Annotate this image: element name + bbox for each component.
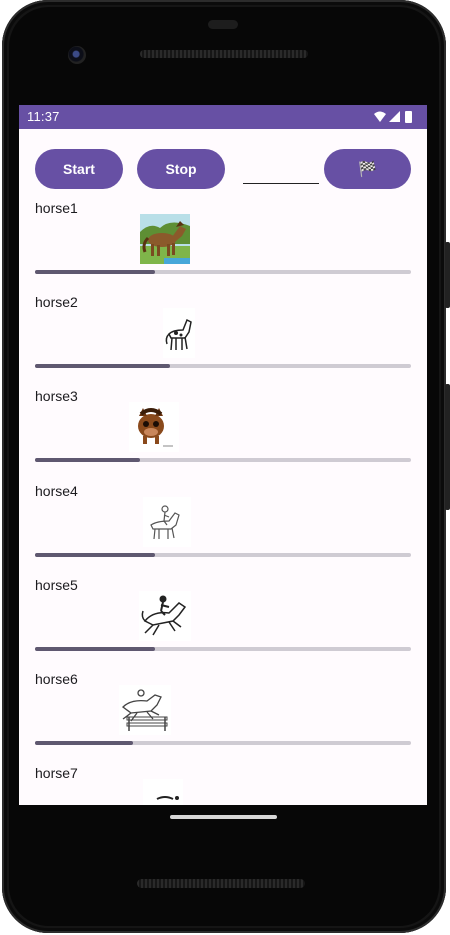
bottom-speaker xyxy=(137,879,305,888)
app-screen: 11:37 Start Stop 🏁 horse1 horse2 horse3 … xyxy=(19,105,427,805)
progress-track xyxy=(35,364,411,368)
finish-flag-button[interactable]: 🏁 xyxy=(324,149,411,189)
horse-row: horse3 xyxy=(19,388,427,482)
power-button xyxy=(445,242,450,308)
horse-row: horse4 xyxy=(19,483,427,577)
horse-row: horse7 xyxy=(19,765,427,805)
progress-fill xyxy=(35,553,156,557)
horse-name: horse3 xyxy=(35,388,78,404)
status-icons xyxy=(374,111,412,123)
horse-image xyxy=(119,685,171,735)
battery-icon xyxy=(405,111,412,123)
horse-image xyxy=(163,308,195,358)
progress-fill xyxy=(35,458,141,462)
progress-fill xyxy=(35,364,171,368)
progress-fill xyxy=(35,647,156,651)
progress-track xyxy=(35,741,411,745)
horse-image xyxy=(143,497,191,547)
horse-image xyxy=(139,591,191,641)
horse-image xyxy=(140,214,190,264)
home-indicator[interactable] xyxy=(170,815,277,819)
horse-image xyxy=(129,402,179,452)
horse-name: horse6 xyxy=(35,671,78,687)
progress-track xyxy=(35,553,411,557)
progress-fill xyxy=(35,270,156,274)
top-slit xyxy=(208,20,238,29)
winner-text-field[interactable] xyxy=(243,155,319,184)
horse-name: horse5 xyxy=(35,577,78,593)
horse-name: horse7 xyxy=(35,765,78,781)
horse-row: horse1 xyxy=(19,200,427,294)
horse-row: horse5 xyxy=(19,577,427,671)
earpiece-speaker xyxy=(140,50,308,58)
horse-name: horse1 xyxy=(35,200,78,216)
stop-button[interactable]: Stop xyxy=(137,149,225,189)
horse-image xyxy=(143,779,183,805)
horse-name: horse2 xyxy=(35,294,78,310)
status-time: 11:37 xyxy=(27,109,60,124)
progress-track xyxy=(35,270,411,274)
volume-button xyxy=(445,384,450,510)
front-camera xyxy=(68,46,86,64)
horse-row: horse2 xyxy=(19,294,427,388)
status-bar: 11:37 xyxy=(19,105,427,129)
start-button[interactable]: Start xyxy=(35,149,123,189)
progress-fill xyxy=(35,741,133,745)
progress-track xyxy=(35,458,411,462)
horse-name: horse4 xyxy=(35,483,78,499)
progress-track xyxy=(35,647,411,651)
signal-icon xyxy=(389,111,400,122)
wifi-icon xyxy=(374,111,386,122)
horse-row: horse6 xyxy=(19,671,427,765)
